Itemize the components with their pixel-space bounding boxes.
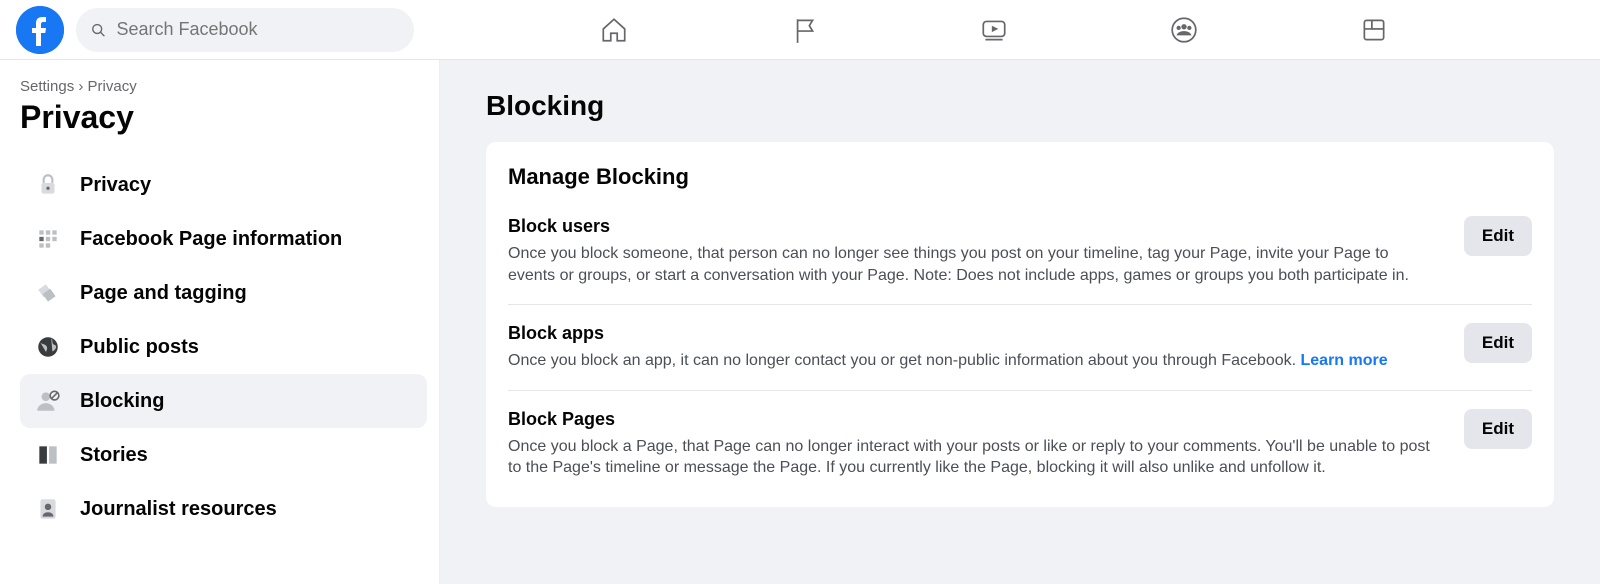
nav-watch[interactable] (944, 4, 1044, 56)
facebook-logo-icon (16, 6, 64, 54)
sidebar-item-label: Journalist resources (80, 498, 277, 521)
sidebar-item-label: Privacy (80, 174, 151, 197)
block-pages-row: Block Pages Once you block a Page, that … (508, 409, 1532, 497)
sidebar-item-tagging[interactable]: Page and tagging (20, 266, 427, 320)
sidebar-item-label: Public posts (80, 336, 199, 359)
breadcrumb-root[interactable]: Settings (20, 78, 74, 95)
tag-icon (30, 275, 66, 311)
sidebar-item-blocking[interactable]: Blocking (20, 374, 427, 428)
breadcrumb: Settings › Privacy (20, 78, 427, 95)
breadcrumb-separator: › (78, 78, 83, 95)
row-description: Once you block someone, that person can … (508, 243, 1434, 286)
content-title: Blocking (486, 90, 1554, 122)
globe-icon (30, 329, 66, 365)
nav-home[interactable] (564, 4, 664, 56)
row-title: Block users (508, 216, 1434, 237)
facebook-logo[interactable] (16, 6, 64, 54)
groups-icon (1169, 15, 1199, 45)
sidebar: Settings › Privacy Privacy Privacy Faceb… (0, 60, 440, 584)
video-icon (979, 15, 1009, 45)
nav-pages[interactable] (754, 4, 854, 56)
edit-block-pages-button[interactable]: Edit (1464, 409, 1532, 449)
nav-groups[interactable] (1134, 4, 1234, 56)
sidebar-item-label: Facebook Page information (80, 228, 342, 251)
sidebar-item-privacy[interactable]: Privacy (20, 158, 427, 212)
nav-gaming[interactable] (1324, 4, 1424, 56)
page-title: Privacy (20, 99, 427, 136)
edit-block-apps-button[interactable]: Edit (1464, 323, 1532, 363)
book-icon (30, 437, 66, 473)
search-icon (90, 21, 106, 39)
sidebar-item-stories[interactable]: Stories (20, 428, 427, 482)
id-badge-icon (30, 491, 66, 527)
row-description: Once you block an app, it can no longer … (508, 350, 1434, 372)
breadcrumb-leaf: Privacy (88, 78, 137, 95)
top-bar (0, 0, 1600, 60)
block-apps-row: Block apps Once you block an app, it can… (508, 323, 1532, 391)
block-users-row: Block users Once you block someone, that… (508, 216, 1532, 305)
learn-more-link[interactable]: Learn more (1301, 352, 1388, 369)
sidebar-item-public-posts[interactable]: Public posts (20, 320, 427, 374)
blocking-card: Manage Blocking Block users Once you blo… (486, 142, 1554, 507)
sidebar-item-label: Blocking (80, 390, 164, 413)
sidebar-item-journalist[interactable]: Journalist resources (20, 482, 427, 536)
sidebar-item-page-info[interactable]: Facebook Page information (20, 212, 427, 266)
row-description: Once you block a Page, that Page can no … (508, 436, 1434, 479)
search-input[interactable] (116, 19, 400, 40)
content-area: Blocking Manage Blocking Block users Onc… (440, 60, 1600, 584)
edit-block-users-button[interactable]: Edit (1464, 216, 1532, 256)
search-container[interactable] (76, 8, 414, 52)
sidebar-item-label: Stories (80, 444, 148, 467)
flag-icon (789, 15, 819, 45)
row-title: Block Pages (508, 409, 1434, 430)
row-title: Block apps (508, 323, 1434, 344)
grid-icon (30, 221, 66, 257)
card-title: Manage Blocking (508, 164, 1532, 190)
block-user-icon (30, 383, 66, 419)
lock-icon (30, 167, 66, 203)
gaming-icon (1359, 15, 1389, 45)
sidebar-item-label: Page and tagging (80, 282, 247, 305)
top-nav (414, 4, 1584, 56)
home-icon (599, 15, 629, 45)
